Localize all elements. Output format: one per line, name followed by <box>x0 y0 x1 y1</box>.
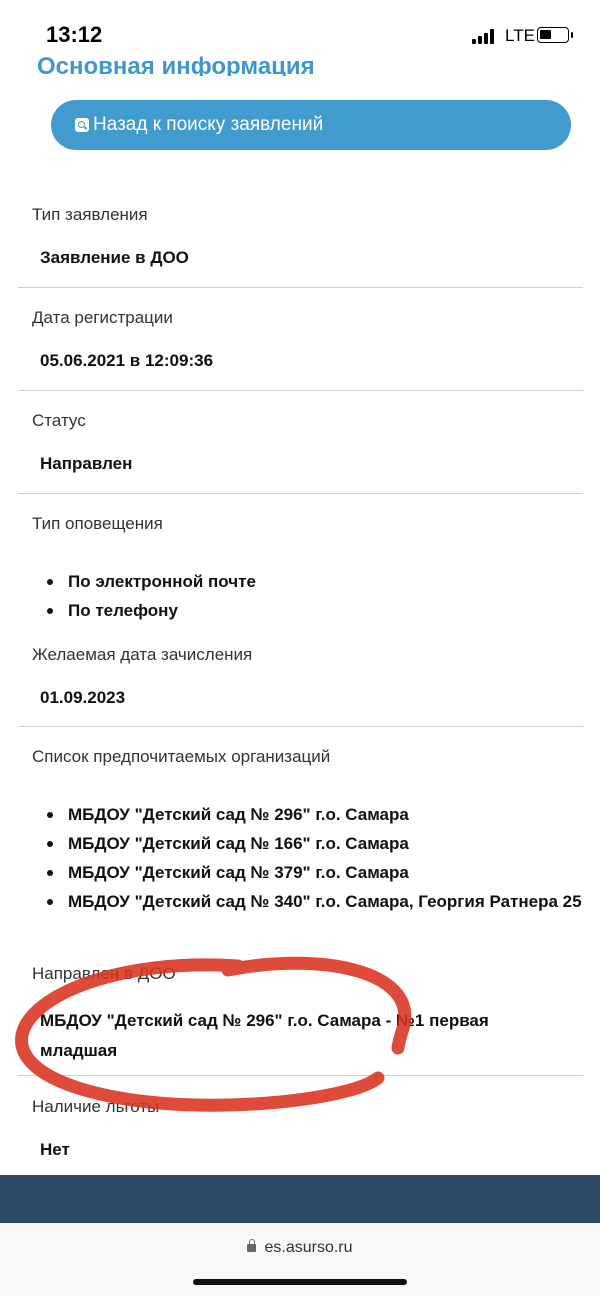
notify-label: Тип оповещения <box>32 514 163 533</box>
signal-icon <box>472 28 496 44</box>
list-item: По телефону <box>44 596 256 625</box>
type-value: Заявление в ДОО <box>40 248 189 267</box>
assigned-label: Направлен в ДОО <box>32 964 176 983</box>
divider <box>18 726 583 727</box>
benefit-label: Наличие льготы <box>32 1097 160 1116</box>
divider <box>18 390 583 391</box>
status-value: Направлен <box>40 454 133 473</box>
divider <box>18 1075 583 1076</box>
search-icon <box>75 118 89 132</box>
benefit-value: Нет <box>40 1140 70 1159</box>
list-item: МБДОУ "Детский сад № 296" г.о. Самара <box>44 800 600 829</box>
list-item: МБДОУ "Детский сад № 340" г.о. Самара, Г… <box>44 887 600 916</box>
reg-date-value: 05.06.2021 в 12:09:36 <box>40 351 214 370</box>
url-text: es.asurso.ru <box>264 1239 353 1256</box>
battery-icon <box>537 27 573 43</box>
type-label: Тип заявления <box>32 205 148 224</box>
status-label: Статус <box>32 411 86 430</box>
assigned-value: МБДОУ "Детский сад № 296" г.о. Самара - … <box>40 1011 489 1060</box>
page-footer <box>0 1175 600 1223</box>
notify-list: По электронной почте По телефону <box>44 567 256 625</box>
list-item: МБДОУ "Детский сад № 166" г.о. Самара <box>44 829 600 858</box>
reg-date-label: Дата регистрации <box>32 308 173 327</box>
network-type: LTE <box>505 26 535 45</box>
desired-date-label: Желаемая дата зачисления <box>32 645 253 664</box>
divider <box>18 493 583 494</box>
back-button-label: Назад к поиску заявлений <box>93 114 324 135</box>
divider <box>18 287 583 288</box>
section-title: Основная информация <box>37 53 315 76</box>
browser-address-bar[interactable]: es.asurso.ru <box>0 1223 600 1296</box>
home-indicator[interactable] <box>193 1279 407 1285</box>
desired-date-value: 01.09.2023 <box>40 688 126 707</box>
orgs-label: Список предпочитаемых организаций <box>32 747 331 766</box>
list-item: По электронной почте <box>44 567 256 596</box>
back-to-search-button[interactable]: Назад к поиску заявлений <box>51 100 571 150</box>
orgs-list: МБДОУ "Детский сад № 296" г.о. Самара МБ… <box>44 800 600 916</box>
list-item: МБДОУ "Детский сад № 379" г.о. Самара <box>44 858 600 887</box>
url-display[interactable]: es.asurso.ru <box>0 1239 600 1257</box>
lock-icon <box>247 1239 257 1252</box>
clock: 13:12 <box>46 22 103 47</box>
